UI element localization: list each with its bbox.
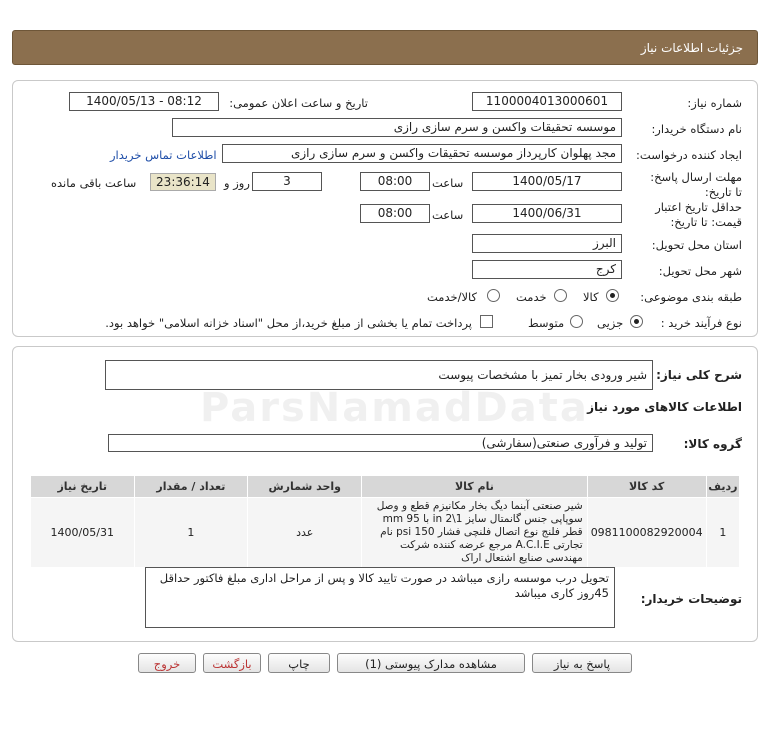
creator-label: ایجاد کننده درخواست:: [636, 148, 742, 162]
validity-date-field: 1400/06/31: [472, 204, 622, 223]
page-header: جزئیات اطلاعات نیاز: [12, 30, 758, 65]
category-radio-both[interactable]: [487, 289, 500, 302]
col-qty-header: تعداد / مقدار: [133, 475, 249, 498]
validity-time-label: ساعت: [432, 208, 464, 222]
need-number-label: شماره نیاز:: [687, 96, 742, 110]
deadline-date-field: 1400/05/17: [472, 172, 622, 191]
goods-group-field: تولید و فرآوری صنعتی(سفارشی): [108, 434, 653, 452]
validity-label: حداقل تاریخ اعتبار قیمت: تا تاریخ:: [655, 200, 742, 229]
remaining-label: ساعت باقی مانده: [51, 176, 137, 190]
process-radio-medium[interactable]: [570, 315, 583, 328]
goods-qty: 1: [133, 497, 249, 568]
print-button[interactable]: چاپ: [268, 653, 330, 673]
process-option-medium: متوسط: [528, 316, 565, 330]
buyer-notes-label: توضیحات خریدار:: [640, 592, 742, 606]
category-option-both: کالا/خدمت: [427, 290, 478, 304]
city-field: کرج: [472, 260, 622, 279]
treasury-payment-checkbox[interactable]: [480, 315, 493, 328]
treasury-payment-note: پرداخت تمام یا بخشی از مبلغ خرید،از محل …: [105, 316, 472, 330]
category-radio-goods[interactable]: [606, 289, 619, 302]
view-attachments-button[interactable]: مشاهده مدارک پیوستی (1): [337, 653, 525, 673]
province-field: البرز: [472, 234, 622, 253]
category-label: طبقه بندی موضوعی:: [640, 290, 742, 304]
goods-table-header-row: ردیف کد کالا نام کالا واحد شمارش تعداد /…: [30, 475, 741, 498]
buyer-notes-field: تحویل درب موسسه رازی میباشد در صورت تایی…: [145, 567, 615, 628]
page-title: جزئیات اطلاعات نیاز: [640, 41, 743, 55]
summary-label: شرح کلی نیاز:: [656, 368, 742, 382]
goods-table: ردیف کد کالا نام کالا واحد شمارش تعداد /…: [30, 475, 741, 568]
deadline-label: مهلت ارسال پاسخ: تا تاریخ:: [650, 170, 742, 199]
process-option-minor: جزیی: [597, 316, 624, 330]
creator-field: مجد پهلوان کارپرداز موسسه تحقیقات واکسن …: [222, 144, 622, 163]
need-number-field: 1100004013000601: [472, 92, 622, 111]
announce-field: 1400/05/13 - 08:12: [69, 92, 219, 111]
goods-unit: عدد: [247, 497, 363, 568]
days-field: 3: [252, 172, 322, 191]
reply-button[interactable]: پاسخ به نیاز: [532, 653, 632, 673]
back-button[interactable]: بازگشت: [203, 653, 261, 673]
col-row-header: ردیف: [705, 475, 741, 498]
deadline-time-label: ساعت: [432, 176, 464, 190]
col-code-header: کد کالا: [586, 475, 707, 498]
col-name-header: نام کالا: [361, 475, 588, 498]
province-label: استان محل تحویل:: [651, 238, 742, 252]
deadline-time-field: 08:00: [360, 172, 430, 191]
table-row: 1 0981100082920004 شیر صنعتی آبنما دیگ ب…: [30, 497, 741, 568]
category-option-service: خدمت: [516, 290, 547, 304]
row-number: 1: [705, 497, 741, 568]
goods-info-title: اطلاعات کالاهای مورد نیاز: [587, 400, 742, 414]
buyer-org-label: نام دستگاه خریدار:: [651, 122, 742, 136]
announce-label: تاریخ و ساعت اعلان عمومی:: [229, 96, 368, 110]
watermark: ParsNamadData: [200, 385, 589, 431]
category-option-goods: کالا: [583, 290, 599, 304]
city-label: شهر محل تحویل:: [658, 264, 742, 278]
buyer-contact-link[interactable]: اطلاعات تماس خریدار: [110, 148, 217, 162]
process-label: نوع فرآیند خرید :: [660, 316, 742, 330]
remaining-time-field: 23:36:14: [150, 173, 216, 191]
category-radio-service[interactable]: [554, 289, 567, 302]
validity-time-field: 08:00: [360, 204, 430, 223]
goods-name: شیر صنعتی آبنما دیگ بخار مکانیزم قطع و و…: [361, 497, 588, 568]
summary-field: شیر ورودی بخار تمیز با مشخصات پیوست: [105, 360, 653, 390]
need-date: 1400/05/31: [30, 497, 135, 568]
goods-group-label: گروه کالا:: [683, 437, 742, 451]
days-label: روز و: [224, 176, 250, 190]
goods-code: 0981100082920004: [586, 497, 707, 568]
col-date-header: تاریخ نیاز: [30, 475, 135, 498]
process-radio-minor[interactable]: [630, 315, 643, 328]
exit-button[interactable]: خروج: [138, 653, 196, 673]
col-unit-header: واحد شمارش: [247, 475, 363, 498]
buyer-org-field: موسسه تحقیقات واکسن و سرم سازی رازی: [172, 118, 622, 137]
